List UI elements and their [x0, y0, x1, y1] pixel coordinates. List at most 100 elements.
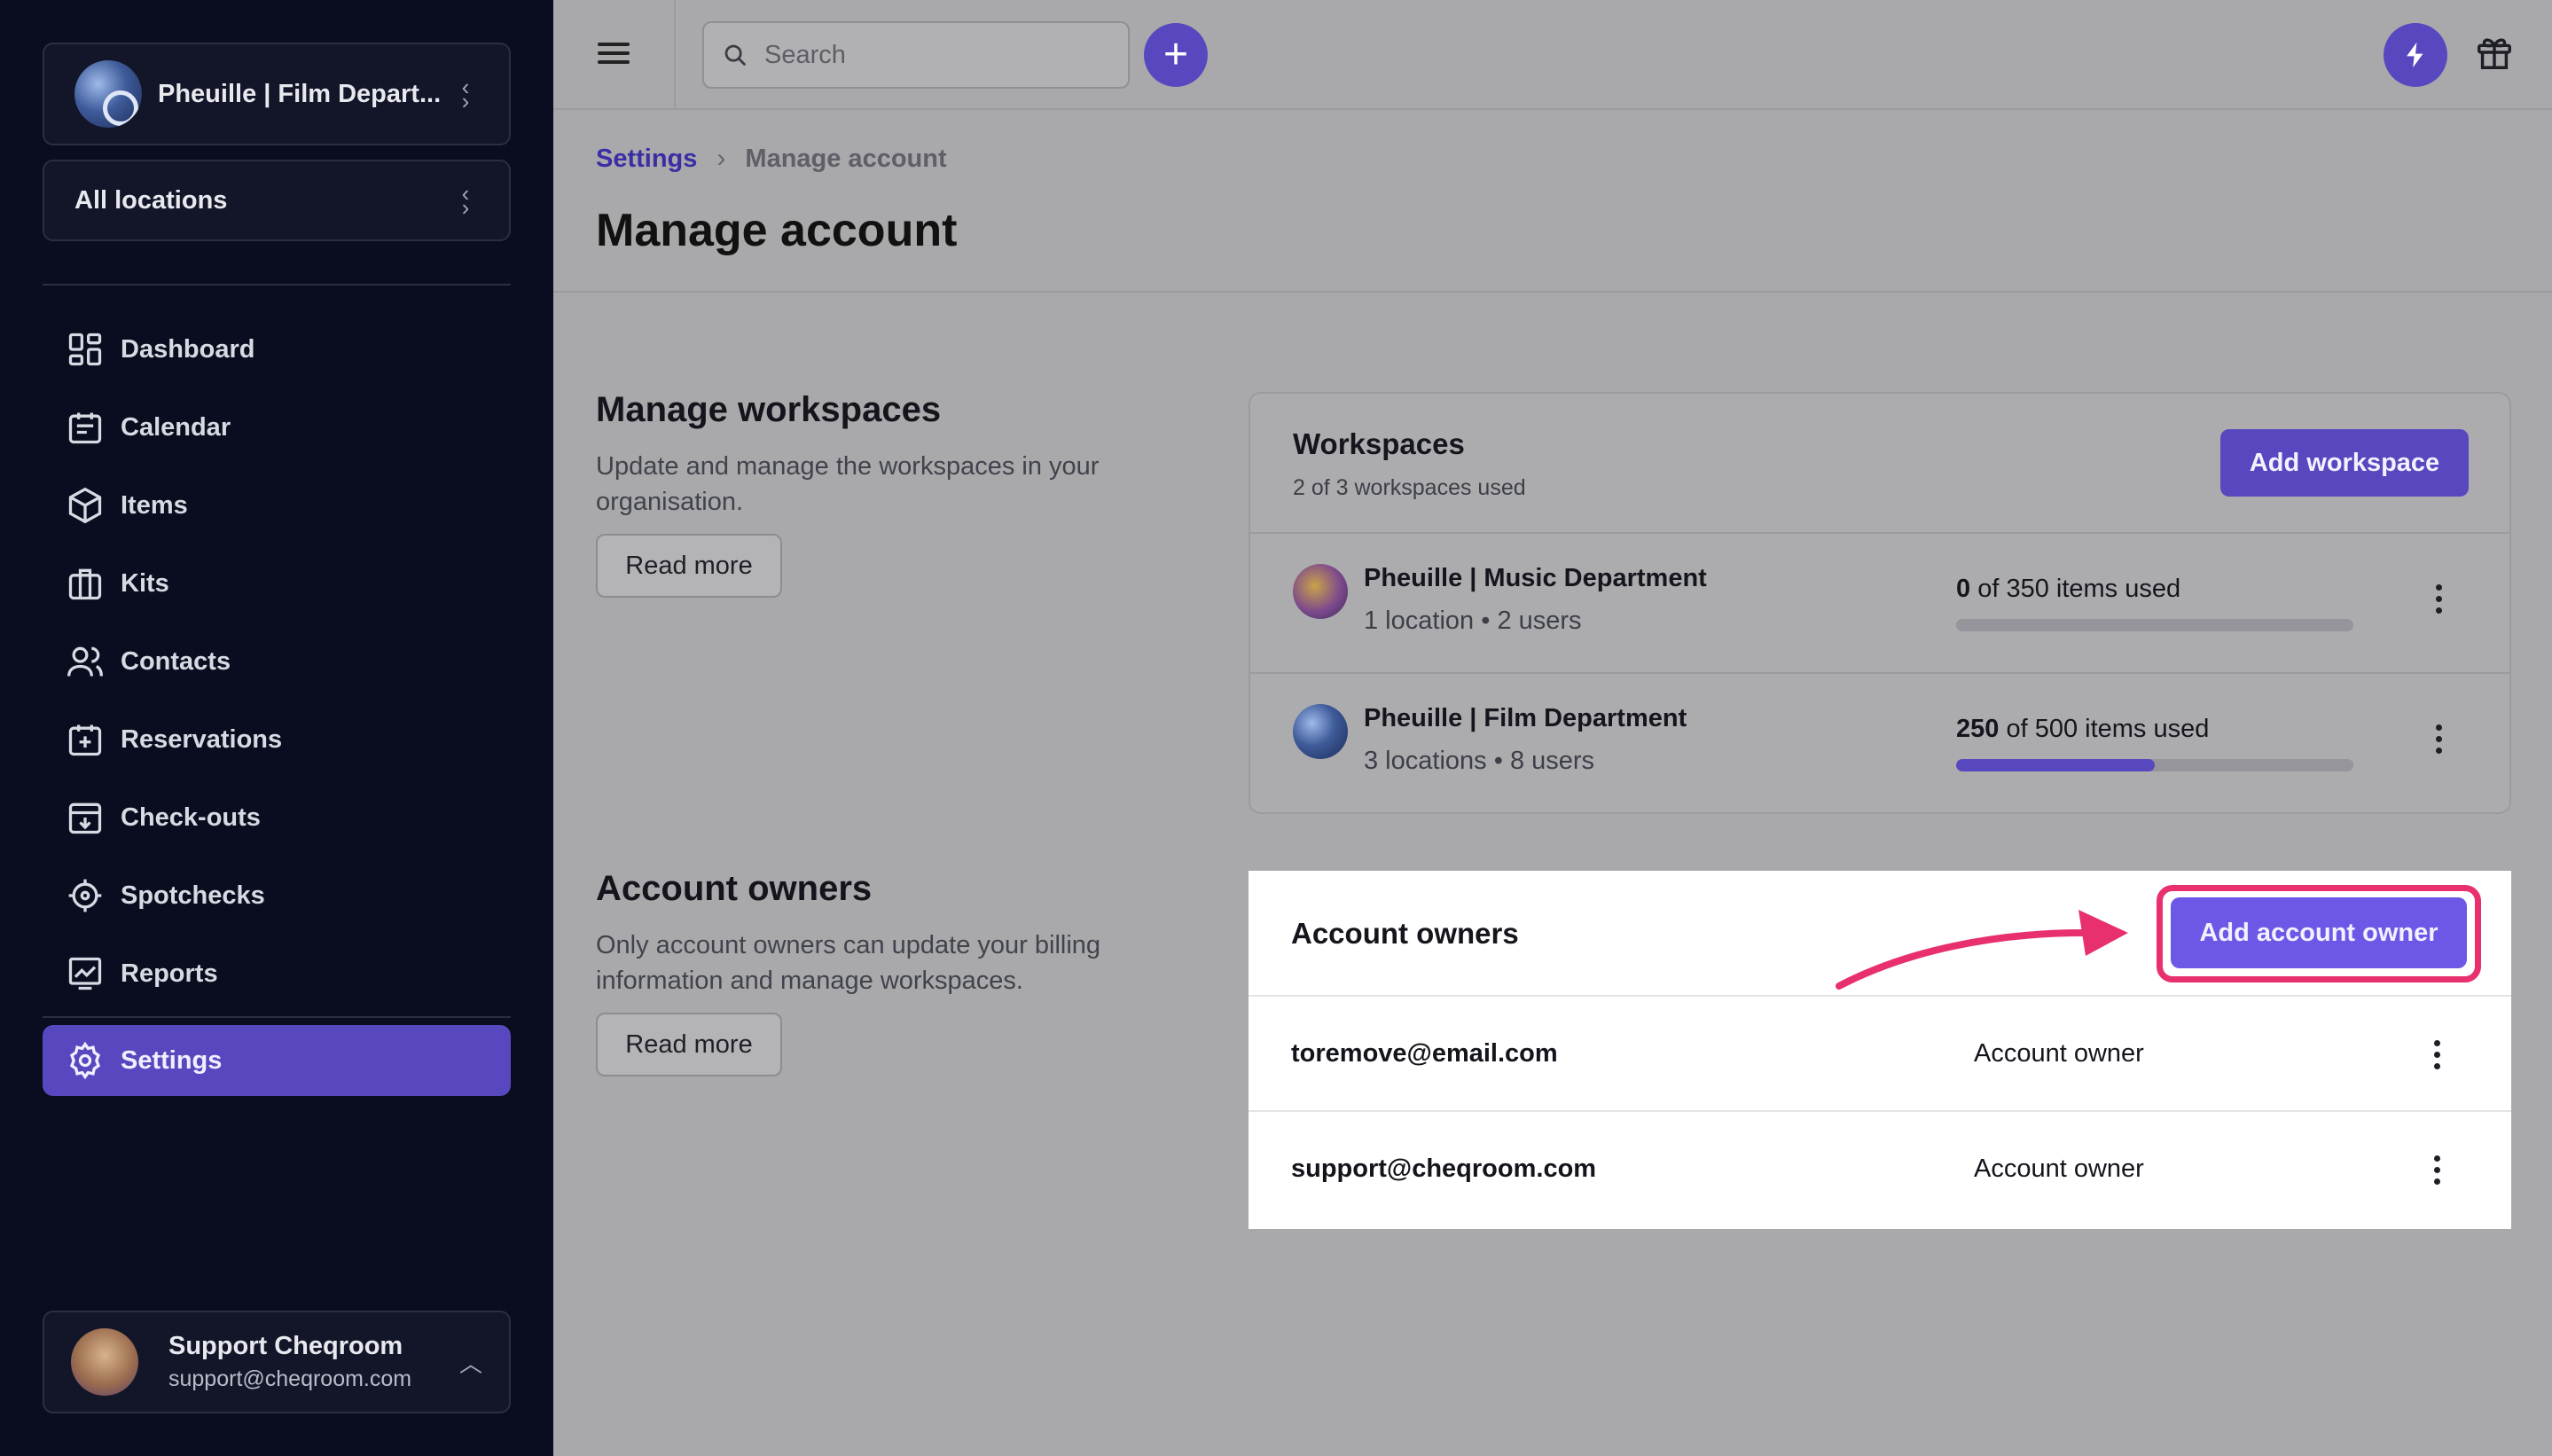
chevron-up-down-icon: ‹ ›	[461, 73, 470, 114]
workspaces-usage-summary: 2 of 3 workspaces used	[1293, 475, 1526, 500]
sidebar-item-label: Reservations	[121, 724, 283, 754]
owners-section-description: Only account owners can update your bill…	[596, 931, 1101, 995]
cube-icon	[68, 487, 102, 524]
topbar: +	[553, 0, 2552, 110]
sidebar: Pheuille | Film Depart... ‹ › All locatio…	[0, 0, 553, 1456]
sidebar-item-label: Contacts	[121, 646, 231, 676]
sidebar-item-label: Spotchecks	[121, 881, 265, 910]
usage-progress-fill	[1956, 759, 2155, 771]
location-switcher[interactable]: All locations ‹ ›	[43, 160, 511, 241]
more-options-icon[interactable]	[2428, 1037, 2446, 1072]
sidebar-item-checkouts[interactable]: Check-outs	[43, 782, 511, 853]
sidebar-item-label: Settings	[121, 1045, 223, 1075]
workspace-usage: 250 of 500 items used	[1956, 715, 2209, 744]
user-name: Support Cheqroom	[168, 1332, 403, 1360]
workspace-locations: 1 location	[1364, 607, 1475, 635]
highlight-frame	[2157, 885, 2481, 982]
page-title: Manage account	[596, 205, 958, 256]
avatar	[71, 1328, 138, 1396]
sidebar-item-dashboard[interactable]: Dashboard	[43, 314, 511, 385]
workspace-users: 8 users	[1509, 747, 1595, 775]
sidebar-item-items[interactable]: Items	[43, 470, 511, 541]
add-workspace-button[interactable]: Add workspace	[2220, 429, 2469, 497]
breadcrumb-settings-link[interactable]: Settings	[596, 145, 697, 174]
breadcrumb-current: Manage account	[745, 144, 947, 173]
pointer-arrow-icon	[1836, 910, 2128, 990]
user-menu[interactable]: Support Cheqroom support@cheqroom.com ︿	[43, 1311, 511, 1413]
quick-add-button[interactable]: +	[1144, 23, 1208, 87]
workspace-usage: 0 of 350 items used	[1956, 575, 2180, 604]
gift-button[interactable]	[2474, 32, 2518, 76]
more-options-icon[interactable]	[2428, 1153, 2446, 1187]
sidebar-divider	[43, 284, 511, 286]
sidebar-item-contacts[interactable]: Contacts	[43, 626, 511, 697]
owner-email: support@cheqroom.com	[1291, 1155, 1597, 1183]
usage-suffix: of 500 items used	[2006, 715, 2210, 743]
more-options-icon[interactable]	[2430, 582, 2447, 616]
hamburger-menu-icon[interactable]	[598, 37, 630, 73]
workspace-row: Pheuille | Film Department 3 locations •…	[1250, 674, 2509, 814]
page-header: Settings › Manage account Manage account	[553, 112, 2552, 293]
sidebar-divider	[43, 1016, 511, 1018]
workspace-locations: 3 locations	[1364, 747, 1487, 775]
search-icon	[724, 44, 747, 67]
workspaces-read-more-button[interactable]: Read more	[596, 534, 782, 598]
kit-icon	[68, 568, 102, 600]
gift-icon	[2478, 38, 2511, 69]
search-input[interactable]	[764, 40, 1101, 70]
usage-progress-bar	[1956, 619, 2353, 631]
sidebar-item-label: Calendar	[121, 412, 231, 442]
workspaces-card-title: Workspaces	[1293, 427, 1465, 460]
owner-email: toremove@email.com	[1291, 1039, 1558, 1068]
sidebar-item-label: Check-outs	[121, 802, 261, 832]
dashboard-icon	[68, 333, 102, 366]
plus-icon: +	[1162, 31, 1189, 78]
workspace-avatar	[74, 60, 142, 128]
breadcrumb: Settings › Manage account	[596, 144, 947, 174]
sidebar-item-label: Dashboard	[121, 334, 255, 364]
sidebar-item-label: Kits	[121, 568, 169, 598]
owners-read-more-button[interactable]: Read more	[596, 1013, 782, 1076]
workspace-meta: 3 locations • 8 users	[1364, 747, 1595, 775]
calendar-icon	[68, 412, 102, 444]
usage-suffix: of 350 items used	[1977, 575, 2181, 603]
chevron-right-icon: ›	[716, 144, 726, 173]
sidebar-item-label: Reports	[121, 959, 218, 988]
sidebar-item-settings[interactable]: Settings	[43, 1025, 511, 1096]
crosshair-icon	[68, 879, 102, 912]
table-row: support@cheqroom.com Account owner	[1249, 1112, 2511, 1227]
workspace-switcher[interactable]: Pheuille | Film Depart... ‹ ›	[43, 43, 511, 145]
owner-role: Account owner	[1974, 1155, 2144, 1183]
chevron-up-icon: ︿	[458, 1350, 482, 1377]
owners-section-title: Account owners	[596, 869, 873, 908]
owner-role: Account owner	[1974, 1039, 2144, 1068]
workspaces-card: Workspaces 2 of 3 workspaces used Add wo…	[1249, 392, 2511, 814]
whats-new-button[interactable]	[2384, 23, 2447, 87]
contacts-icon	[67, 646, 103, 677]
workspace-name: Pheuille | Film Department	[1364, 704, 1687, 732]
workspace-meta: 1 location • 2 users	[1364, 607, 1582, 635]
workspace-row: Pheuille | Music Department 1 location •…	[1250, 534, 2509, 674]
usage-progress-bar	[1956, 759, 2353, 771]
search-box[interactable]	[702, 21, 1130, 89]
workspace-avatar	[1293, 564, 1348, 619]
account-owners-card-title: Account owners	[1291, 917, 1519, 950]
checkout-icon	[68, 802, 102, 834]
workspaces-section-title: Manage workspaces	[596, 390, 942, 429]
chart-icon	[68, 957, 102, 990]
chevron-up-down-icon: ‹ ›	[461, 179, 470, 221]
sidebar-item-reservations[interactable]: Reservations	[43, 704, 511, 775]
workspace-avatar	[1293, 704, 1348, 759]
more-options-icon[interactable]	[2430, 722, 2447, 756]
topbar-divider	[674, 0, 676, 110]
sidebar-item-reports[interactable]: Reports	[43, 938, 511, 1009]
sidebar-item-label: Items	[121, 490, 188, 520]
lightning-icon	[2407, 42, 2423, 68]
workspaces-card-header: Workspaces 2 of 3 workspaces used Add wo…	[1250, 394, 2509, 534]
gear-icon	[69, 1041, 101, 1080]
sidebar-item-spotchecks[interactable]: Spotchecks	[43, 860, 511, 931]
usage-count: 250	[1956, 715, 2000, 743]
sidebar-item-kits[interactable]: Kits	[43, 548, 511, 619]
sidebar-item-calendar[interactable]: Calendar	[43, 392, 511, 463]
table-row: toremove@email.com Account owner	[1249, 997, 2511, 1112]
